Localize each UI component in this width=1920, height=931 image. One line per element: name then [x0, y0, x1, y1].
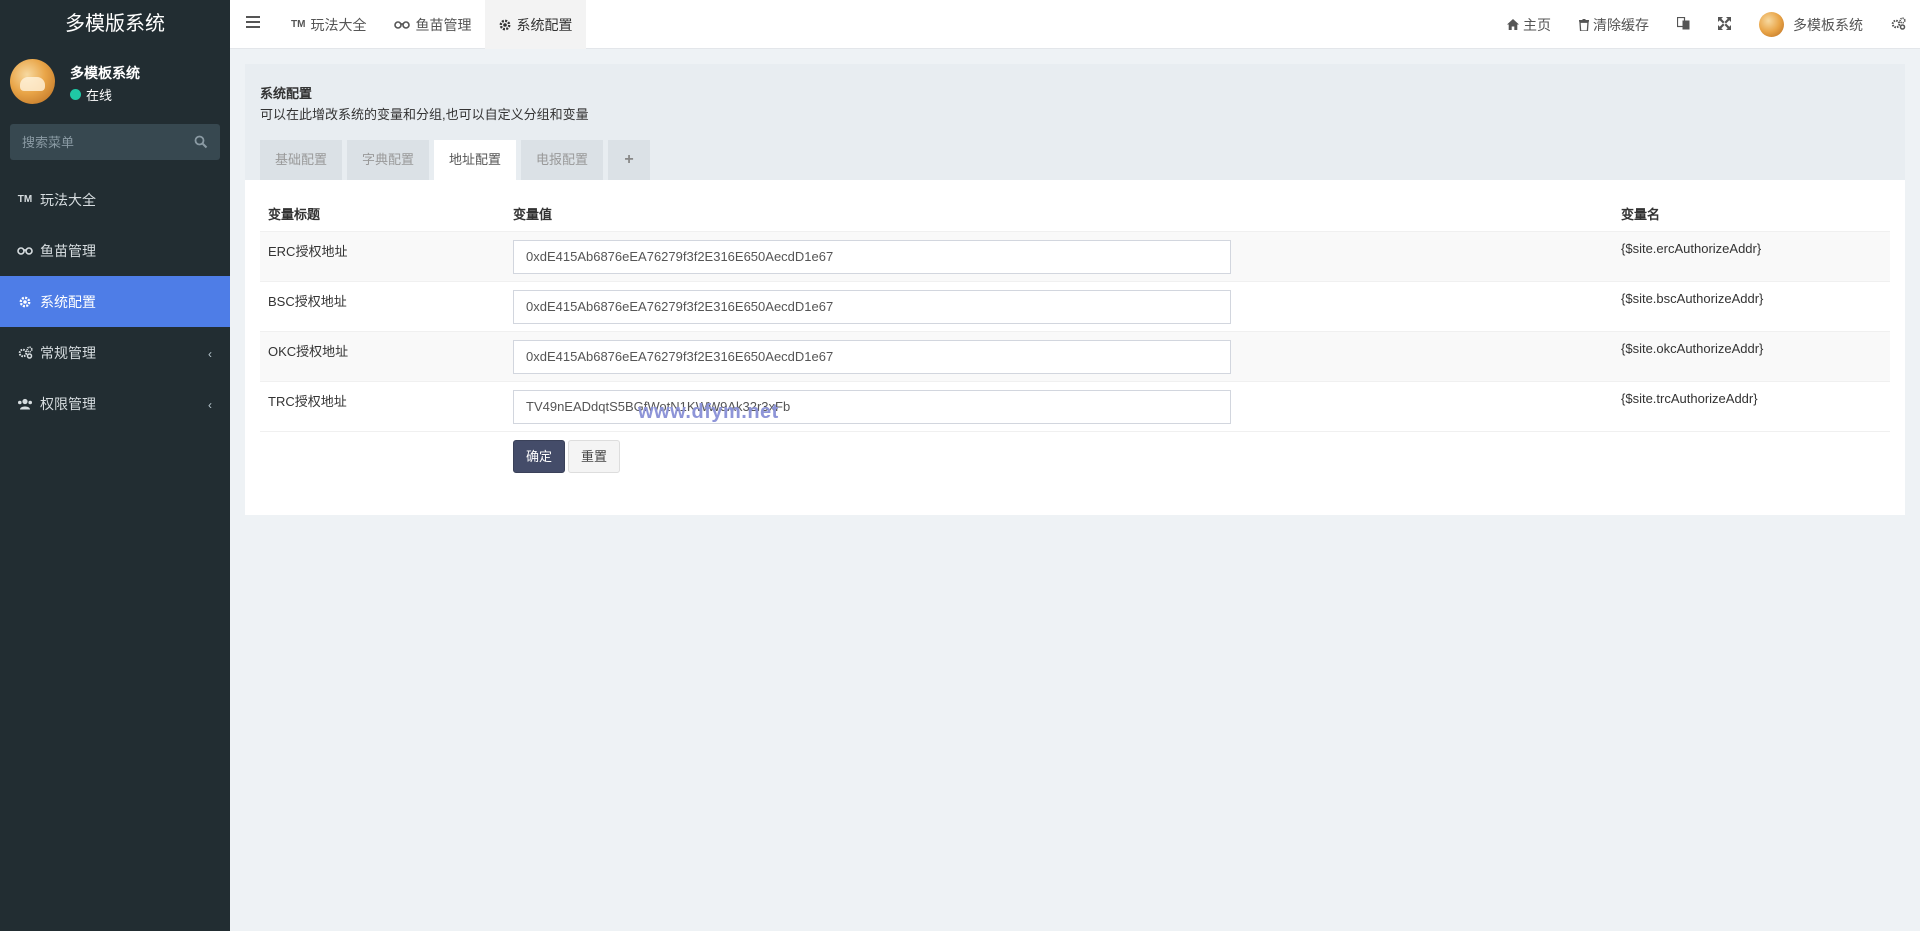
column-header: 变量名 — [1613, 196, 1890, 232]
tm-icon: TM — [17, 194, 33, 205]
binoculars-icon — [394, 20, 411, 30]
sidebar-item-label: 权限管理 — [40, 395, 96, 412]
config-panel: 系统配置 可以在此增改系统的变量和分组,也可以自定义分组和变量 基础配置 字典配… — [245, 64, 1905, 515]
menu-toggle-icon[interactable] — [246, 16, 260, 30]
sidebar-item-fry[interactable]: 鱼苗管理 — [0, 225, 230, 276]
user-name: 多模板系统 — [70, 65, 140, 81]
variable-name: {$site.okcAuthorizeAddr} — [1613, 331, 1890, 382]
gears-icon — [1891, 16, 1906, 33]
sidebar-item-system-config[interactable]: 系统配置 — [0, 276, 230, 327]
tab-dictionary-config[interactable]: 字典配置 — [347, 140, 430, 180]
trash-icon — [1579, 18, 1589, 31]
chevron-left-icon: ‹ — [208, 347, 212, 361]
fullscreen-button[interactable] — [1704, 0, 1745, 49]
tab-gameplay[interactable]: TM 玩法大全 — [277, 0, 380, 49]
table-row: OKC授权地址 {$site.okcAuthorizeAddr} — [260, 331, 1890, 382]
variable-title: TRC授权地址 — [260, 381, 505, 432]
clear-cache-button[interactable]: 清除缓存 — [1565, 0, 1663, 49]
sidebar-item-label: 玩法大全 — [40, 191, 96, 208]
users-icon — [17, 397, 33, 411]
erc-address-input[interactable] — [513, 239, 1231, 274]
chevron-left-icon: ‹ — [208, 398, 212, 412]
translate-icon — [1676, 16, 1690, 33]
column-header: 变量值 — [505, 196, 1613, 232]
okc-address-input[interactable] — [513, 339, 1231, 374]
user-menu[interactable]: 多模板系统 — [1745, 0, 1877, 49]
sidebar-item-label: 常规管理 — [40, 344, 96, 361]
table-row: TRC授权地址 {$site.trcAuthorizeAddr} — [260, 381, 1890, 432]
top-tabs: TM 玩法大全 鱼苗管理 系统配置 — [277, 0, 587, 49]
sidebar-item-permissions[interactable]: 权限管理 ‹ — [0, 378, 230, 429]
home-icon — [1507, 19, 1519, 30]
tab-basic-config[interactable]: 基础配置 — [260, 140, 343, 180]
top-username: 多模板系统 — [1793, 16, 1863, 33]
top-navbar: TM 玩法大全 鱼苗管理 系统配置 主页 清除缓存 多模板系统 — [230, 0, 1920, 49]
home-link[interactable]: 主页 — [1493, 0, 1565, 49]
table-header-row: 变量标题 变量值 变量名 — [260, 196, 1890, 232]
bsc-address-input[interactable] — [513, 289, 1231, 324]
avatar — [1759, 12, 1784, 37]
user-panel: 多模板系统 在线 — [0, 49, 230, 114]
binoculars-icon — [17, 244, 33, 258]
avatar — [10, 59, 55, 104]
sidebar-item-general[interactable]: 常规管理 ‹ — [0, 327, 230, 378]
add-tab-button[interactable]: + — [608, 140, 651, 180]
variable-title: BSC授权地址 — [260, 281, 505, 332]
sidebar: 多模版系统 多模板系统 在线 TM 玩法大全 鱼苗管理 系统配置 — [0, 0, 230, 931]
sidebar-item-label: 系统配置 — [40, 293, 96, 310]
panel-header: 系统配置 可以在此增改系统的变量和分组,也可以自定义分组和变量 基础配置 字典配… — [245, 64, 1905, 180]
settings-button[interactable] — [1877, 0, 1920, 49]
tab-label: 玩法大全 — [310, 16, 367, 33]
table-row: ERC授权地址 {$site.ercAuthorizeAddr} — [260, 231, 1890, 282]
menu-search — [10, 124, 220, 160]
sidebar-item-gameplay[interactable]: TM 玩法大全 — [0, 174, 230, 225]
sidebar-item-label: 鱼苗管理 — [40, 242, 96, 259]
form-actions: 确定 重置 — [513, 440, 621, 473]
watermark: www.dfym.net — [638, 401, 779, 423]
trc-address-input[interactable] — [513, 389, 1231, 424]
tab-address-config[interactable]: 地址配置 — [434, 140, 517, 180]
reset-button[interactable]: 重置 — [568, 440, 621, 473]
user-status: 在线 — [70, 85, 112, 104]
page-description: 可以在此增改系统的变量和分组,也可以自定义分组和变量 — [260, 107, 589, 122]
app-logo[interactable]: 多模版系统 — [0, 0, 230, 49]
confirm-button[interactable]: 确定 — [513, 440, 566, 473]
sidebar-menu: TM 玩法大全 鱼苗管理 系统配置 常规管理 ‹ 权限管理 ‹ — [0, 174, 230, 429]
tm-icon: TM — [291, 19, 306, 30]
home-label: 主页 — [1523, 16, 1551, 33]
variable-name: {$site.trcAuthorizeAddr} — [1613, 381, 1890, 432]
gears-icon — [17, 346, 33, 360]
clear-cache-label: 清除缓存 — [1593, 16, 1649, 33]
status-label: 在线 — [86, 88, 113, 103]
gear-icon — [17, 295, 33, 309]
tab-label: 鱼苗管理 — [415, 16, 472, 33]
top-right-menu: 主页 清除缓存 多模板系统 — [1493, 0, 1920, 49]
column-header: 变量标题 — [260, 196, 505, 232]
page-title: 系统配置 — [260, 86, 313, 101]
gear-icon — [499, 19, 511, 31]
config-table: 变量标题 变量值 变量名 ERC授权地址 {$site.ercAuthorize… — [260, 196, 1890, 432]
tab-fry[interactable]: 鱼苗管理 — [380, 0, 485, 49]
online-status-icon — [70, 89, 81, 100]
tab-telegram-config[interactable]: 电报配置 — [521, 140, 604, 180]
tab-label: 系统配置 — [516, 16, 573, 33]
variable-name: {$site.bscAuthorizeAddr} — [1613, 281, 1890, 332]
variable-title: ERC授权地址 — [260, 231, 505, 282]
config-tabs: 基础配置 字典配置 地址配置 电报配置 + — [260, 140, 655, 180]
expand-icon — [1718, 16, 1731, 33]
menu-search-input[interactable] — [10, 124, 180, 160]
tab-system-config[interactable]: 系统配置 — [485, 0, 587, 49]
translate-button[interactable] — [1663, 0, 1704, 49]
table-row: BSC授权地址 {$site.bscAuthorizeAddr} — [260, 281, 1890, 332]
search-icon[interactable] — [194, 135, 208, 149]
variable-name: {$site.ercAuthorizeAddr} — [1613, 231, 1890, 282]
variable-title: OKC授权地址 — [260, 331, 505, 382]
